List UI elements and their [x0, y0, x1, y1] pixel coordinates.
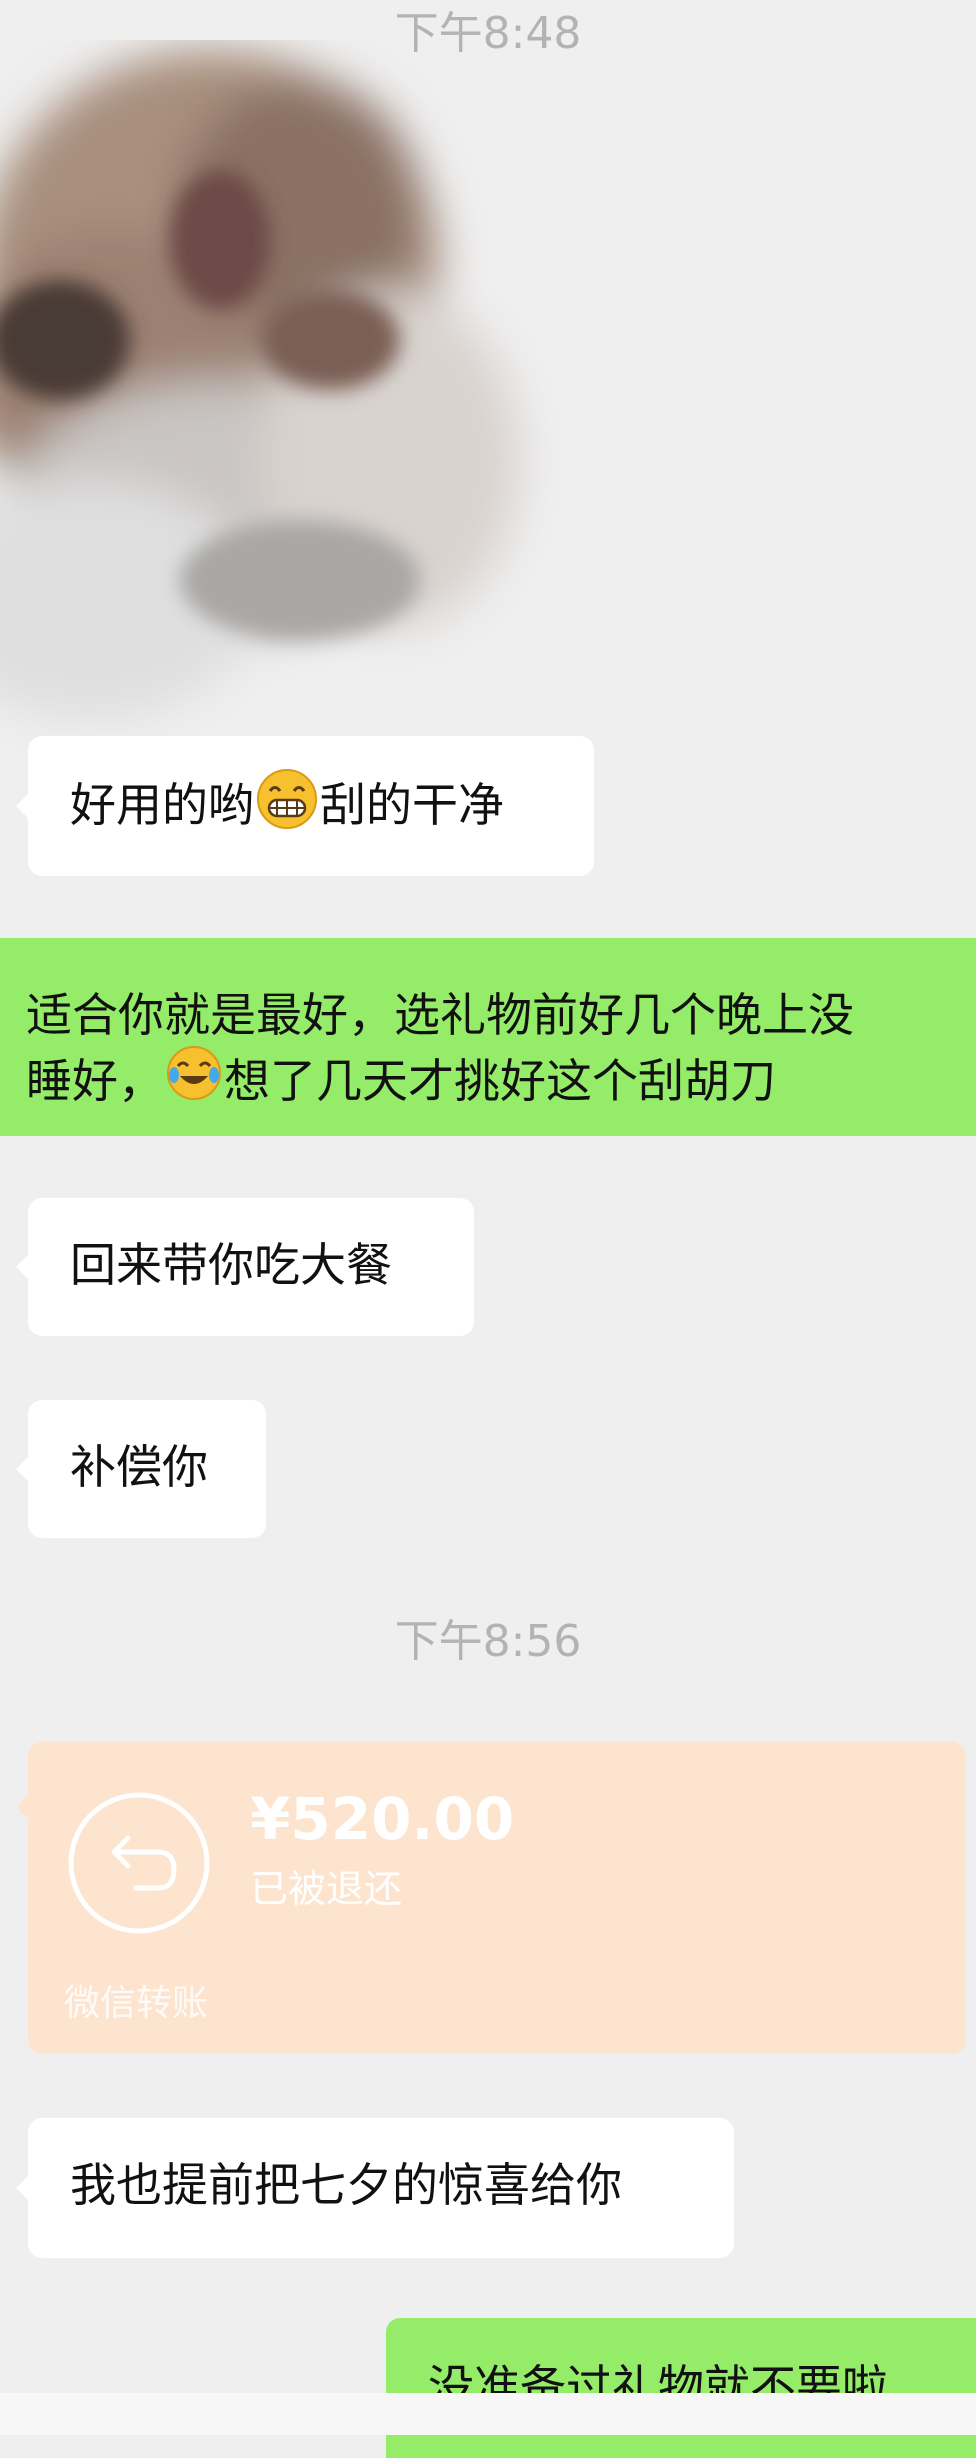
grinning-face-emoji-icon [256, 768, 318, 843]
tears-of-joy-emoji-icon [166, 1045, 222, 1118]
message-bubble-6-outgoing[interactable]: 没准备过礼物就不要啦 [386, 2318, 976, 2458]
message-line-2-end: 想了几天才挑好这个刮胡刀 [224, 1054, 776, 1108]
message-line-1: 适合你就是最好，选礼物前好几个晚上没 [26, 988, 854, 1042]
message-bubble-3[interactable]: 回来带你吃大餐 [16, 1198, 474, 1336]
wechat-transfer-card[interactable]: ¥520.00 已被退还 微信转账 [16, 1742, 966, 2054]
blurred-photo-message[interactable] [0, 40, 560, 760]
message-text: 补偿你 [70, 1440, 208, 1494]
message-text: 刮的干净 [320, 778, 504, 832]
message-bubble-4[interactable]: 补偿你 [16, 1400, 266, 1538]
transfer-amount: ¥520.00 [250, 1785, 515, 1853]
message-text: 我也提前把七夕的惊喜给你 [70, 2158, 622, 2212]
message-text: 回来带你吃大餐 [70, 1238, 392, 1292]
blurred-photo-image [0, 50, 520, 720]
transfer-status: 已被退还 [250, 1867, 403, 1911]
return-arrow-icon [66, 1790, 212, 1940]
message-line-2-start: 睡好， [26, 1054, 164, 1108]
message-bubble-5[interactable]: 我也提前把七夕的惊喜给你 [16, 2118, 734, 2258]
message-text: 好用的哟 [70, 778, 254, 832]
message-bubble-2-outgoing[interactable]: 适合你就是最好，选礼物前好几个晚上没 睡好， 想了几天才挑好这个刮胡刀 [0, 938, 976, 1136]
message-bubble-1[interactable]: 好用的哟 刮的干净 [16, 736, 594, 876]
bottom-edge-bar [0, 2393, 976, 2435]
transfer-label: 微信转账 [64, 1983, 209, 2024]
timestamp-2: 下午8:56 [394, 1616, 582, 1667]
